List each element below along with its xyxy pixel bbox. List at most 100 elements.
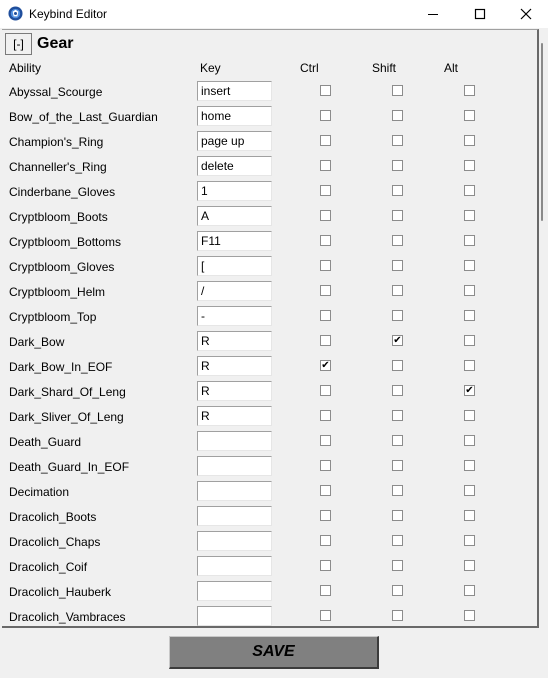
ability-label: Dracolich_Chaps — [9, 535, 101, 549]
key-input[interactable] — [197, 106, 272, 126]
alt-checkbox[interactable] — [464, 210, 475, 221]
shift-checkbox[interactable] — [392, 560, 403, 571]
key-input[interactable] — [197, 531, 272, 551]
shift-checkbox[interactable] — [392, 510, 403, 521]
alt-checkbox[interactable] — [464, 85, 475, 96]
scrollbar[interactable] — [538, 29, 548, 625]
shift-checkbox[interactable] — [392, 460, 403, 471]
key-input[interactable] — [197, 181, 272, 201]
key-input[interactable] — [197, 206, 272, 226]
ctrl-checkbox[interactable]: ✔ — [320, 360, 331, 371]
key-input[interactable] — [197, 281, 272, 301]
ctrl-checkbox[interactable] — [320, 135, 331, 146]
alt-checkbox[interactable] — [464, 485, 475, 496]
key-input[interactable] — [197, 606, 272, 626]
shift-checkbox[interactable] — [392, 535, 403, 546]
ctrl-checkbox[interactable] — [320, 160, 331, 171]
shift-checkbox[interactable] — [392, 285, 403, 296]
alt-checkbox[interactable] — [464, 260, 475, 271]
scrollbar-thumb[interactable] — [541, 43, 543, 221]
key-input[interactable] — [197, 406, 272, 426]
ctrl-checkbox[interactable] — [320, 485, 331, 496]
key-input[interactable] — [197, 581, 272, 601]
ctrl-checkbox[interactable] — [320, 460, 331, 471]
shift-checkbox[interactable] — [392, 85, 403, 96]
key-input[interactable] — [197, 506, 272, 526]
key-input[interactable] — [197, 431, 272, 451]
key-input[interactable] — [197, 156, 272, 176]
ctrl-checkbox[interactable] — [320, 235, 331, 246]
alt-checkbox[interactable] — [464, 410, 475, 421]
ctrl-checkbox[interactable] — [320, 310, 331, 321]
alt-checkbox[interactable] — [464, 435, 475, 446]
alt-checkbox[interactable] — [464, 235, 475, 246]
maximize-button[interactable] — [457, 0, 503, 28]
ctrl-checkbox[interactable] — [320, 435, 331, 446]
shift-checkbox[interactable] — [392, 135, 403, 146]
ctrl-checkbox[interactable] — [320, 560, 331, 571]
save-button[interactable]: SAVE — [169, 636, 379, 669]
shift-checkbox[interactable] — [392, 410, 403, 421]
ctrl-checkbox[interactable] — [320, 535, 331, 546]
keybind-row: Cryptbloom_Top — [2, 305, 537, 330]
alt-checkbox[interactable] — [464, 285, 475, 296]
alt-checkbox[interactable] — [464, 185, 475, 196]
shift-checkbox[interactable] — [392, 160, 403, 171]
ctrl-checkbox[interactable] — [320, 610, 331, 621]
ctrl-checkbox[interactable] — [320, 585, 331, 596]
shift-checkbox[interactable] — [392, 610, 403, 621]
collapse-button[interactable]: [-] — [5, 33, 32, 55]
key-input[interactable] — [197, 256, 272, 276]
ctrl-checkbox[interactable] — [320, 285, 331, 296]
shift-checkbox[interactable] — [392, 235, 403, 246]
key-input[interactable] — [197, 456, 272, 476]
alt-checkbox[interactable] — [464, 585, 475, 596]
shift-checkbox[interactable] — [392, 185, 403, 196]
shift-checkbox[interactable] — [392, 260, 403, 271]
key-input[interactable] — [197, 231, 272, 251]
alt-checkbox[interactable] — [464, 160, 475, 171]
shift-checkbox[interactable] — [392, 585, 403, 596]
ctrl-checkbox[interactable] — [320, 410, 331, 421]
key-input[interactable] — [197, 331, 272, 351]
shift-checkbox[interactable] — [392, 210, 403, 221]
minimize-button[interactable] — [410, 0, 456, 28]
alt-checkbox[interactable] — [464, 335, 475, 346]
shift-checkbox[interactable]: ✔ — [392, 335, 403, 346]
ctrl-checkbox[interactable] — [320, 110, 331, 121]
shift-checkbox[interactable] — [392, 110, 403, 121]
alt-checkbox[interactable]: ✔ — [464, 385, 475, 396]
alt-checkbox[interactable] — [464, 560, 475, 571]
alt-checkbox[interactable] — [464, 535, 475, 546]
shift-checkbox[interactable] — [392, 385, 403, 396]
key-input[interactable] — [197, 381, 272, 401]
ctrl-checkbox[interactable] — [320, 185, 331, 196]
shift-checkbox[interactable] — [392, 310, 403, 321]
alt-checkbox[interactable] — [464, 135, 475, 146]
ctrl-checkbox[interactable] — [320, 385, 331, 396]
keybind-row: Bow_of_the_Last_Guardian — [2, 105, 537, 130]
key-input[interactable] — [197, 131, 272, 151]
key-input[interactable] — [197, 81, 272, 101]
key-input[interactable] — [197, 356, 272, 376]
ability-label: Dark_Sliver_Of_Leng — [9, 410, 124, 424]
ctrl-checkbox[interactable] — [320, 85, 331, 96]
close-button[interactable] — [503, 0, 548, 28]
shift-checkbox[interactable] — [392, 360, 403, 371]
alt-checkbox[interactable] — [464, 310, 475, 321]
shift-checkbox[interactable] — [392, 485, 403, 496]
alt-checkbox[interactable] — [464, 610, 475, 621]
key-input[interactable] — [197, 481, 272, 501]
ctrl-checkbox[interactable] — [320, 335, 331, 346]
alt-checkbox[interactable] — [464, 510, 475, 521]
key-input[interactable] — [197, 306, 272, 326]
app-icon — [8, 6, 23, 21]
key-input[interactable] — [197, 556, 272, 576]
alt-checkbox[interactable] — [464, 460, 475, 471]
ctrl-checkbox[interactable] — [320, 260, 331, 271]
ctrl-checkbox[interactable] — [320, 210, 331, 221]
ctrl-checkbox[interactable] — [320, 510, 331, 521]
alt-checkbox[interactable] — [464, 360, 475, 371]
alt-checkbox[interactable] — [464, 110, 475, 121]
shift-checkbox[interactable] — [392, 435, 403, 446]
